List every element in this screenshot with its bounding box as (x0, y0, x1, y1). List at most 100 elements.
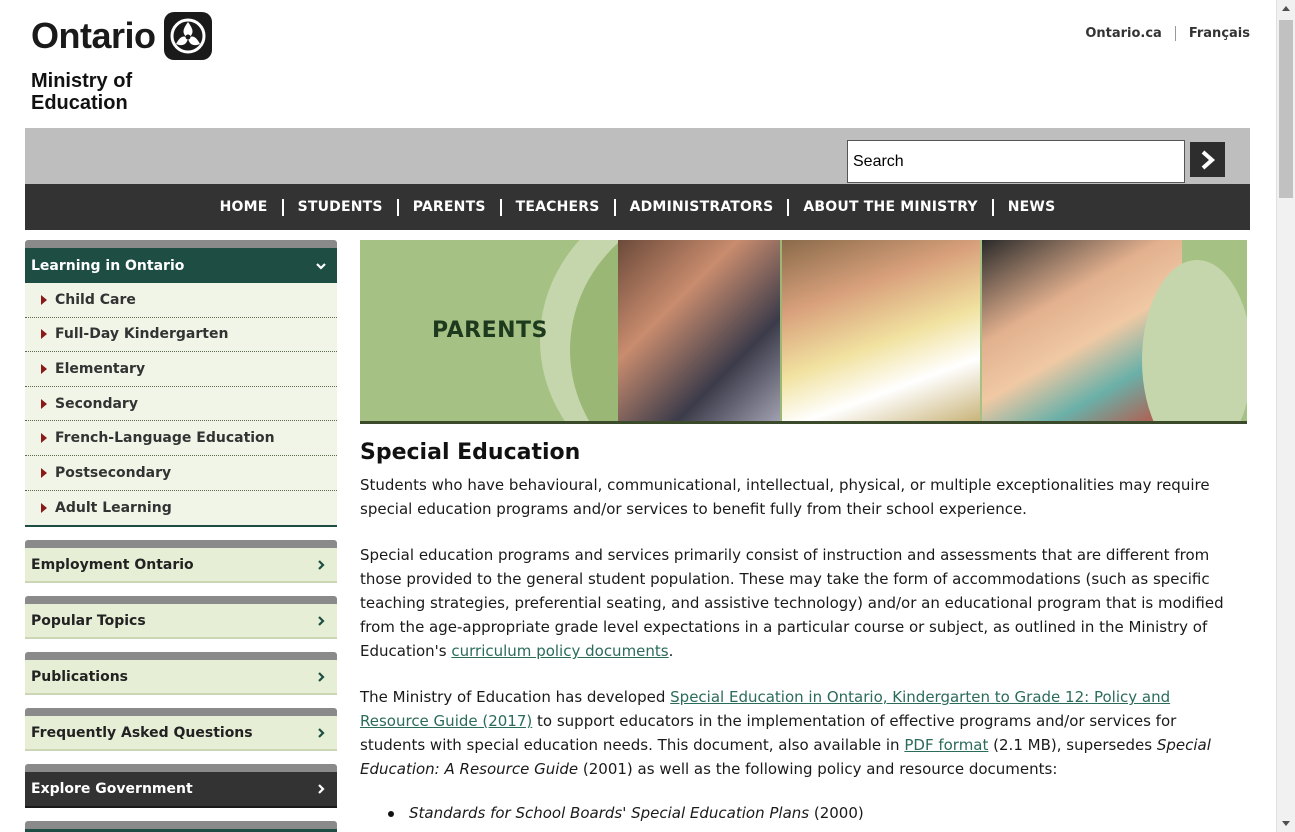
nav-news[interactable]: NEWS (991, 198, 1070, 216)
guide-paragraph: The Ministry of Education has developed … (360, 685, 1240, 781)
ministry-line-1: Ministry of (31, 70, 133, 92)
banner-photo-mother-son (782, 240, 980, 421)
sidebar-section-faq: Frequently Asked Questions (25, 708, 337, 752)
sidebar-item-label: Secondary (55, 395, 138, 412)
paragraph-text: (2001) as well as the following policy a… (578, 760, 1058, 778)
trillium-icon (163, 12, 212, 60)
nav-students[interactable]: STUDENTS (281, 198, 397, 216)
nav-about-ministry[interactable]: ABOUT THE MINISTRY (787, 198, 991, 216)
search-input[interactable] (847, 140, 1185, 183)
banner-photo-father-child (618, 240, 780, 421)
top-links: Ontario.ca Français (1072, 26, 1250, 41)
arrow-right-icon (41, 329, 47, 340)
arrow-right-icon (41, 398, 47, 409)
page-title: Special Education (360, 440, 581, 465)
sidebar-section-publications: Publications (25, 652, 337, 696)
section-cap (25, 540, 337, 549)
banner-label: PARENTS (432, 318, 548, 343)
sidebar-head-label: Explore Government (31, 781, 193, 798)
paragraph-text: (2.1 MB), supersedes (988, 736, 1157, 754)
chevron-down-icon (311, 256, 331, 276)
arrow-right-icon (41, 294, 47, 305)
ministry-line-2: Education (31, 92, 128, 114)
chevron-right-icon (311, 667, 331, 687)
ministry-name: Ministry of Education (31, 70, 132, 114)
sidebar-head-faq[interactable]: Frequently Asked Questions (25, 716, 337, 752)
curriculum-link[interactable]: curriculum policy documents (451, 642, 668, 660)
main-nav: HOME STUDENTS PARENTS TEACHERS ADMINISTR… (25, 184, 1250, 230)
chevron-right-icon (311, 555, 331, 575)
chevron-right-icon (1201, 150, 1215, 169)
superseded-list: Standards for School Boards' Special Edu… (360, 801, 1240, 825)
sidebar-head-label: Employment Ontario (31, 556, 194, 573)
arrow-right-icon (41, 363, 47, 374)
chevron-right-icon (311, 611, 331, 631)
sidebar-item-french[interactable]: French-Language Education (25, 421, 337, 456)
list-item-title: Standards for School Boards' Special Edu… (409, 804, 810, 822)
sidebar: Learning in Ontario Child Care Full-Day … (25, 240, 337, 832)
paragraph-text: . (668, 642, 674, 660)
sidebar-item-kindergarten[interactable]: Full-Day Kindergarten (25, 318, 337, 353)
section-cap (25, 764, 337, 773)
sidebar-section-learning: Learning in Ontario Child Care Full-Day … (25, 240, 337, 528)
sidebar-head-popular[interactable]: Popular Topics (25, 604, 337, 640)
programs-paragraph: Special education programs and services … (360, 543, 1240, 663)
sidebar-item-label: French-Language Education (55, 430, 275, 447)
sidebar-item-adult-learning[interactable]: Adult Learning (25, 491, 337, 526)
sidebar-item-label: Child Care (55, 291, 136, 308)
sidebar-head-employment[interactable]: Employment Ontario (25, 548, 337, 584)
sidebar-head-label: Publications (31, 668, 129, 685)
arrow-right-icon (41, 502, 47, 513)
sidebar-head-publications[interactable]: Publications (25, 660, 337, 696)
arrow-right-icon (41, 433, 47, 444)
paragraph-text: The Ministry of Education has developed (360, 688, 671, 706)
scroll-down-icon[interactable] (1282, 821, 1290, 826)
list-item: Standards for School Boards' Special Edu… (388, 801, 1240, 825)
sidebar-item-secondary[interactable]: Secondary (25, 387, 337, 422)
section-cap (25, 708, 337, 717)
section-cap (25, 821, 337, 830)
sidebar-item-label: Full-Day Kindergarten (55, 326, 229, 343)
sidebar-item-label: Adult Learning (55, 499, 172, 516)
site-header: Ontario Ministry of Education Ontario.ca… (25, 0, 1250, 128)
sidebar-item-elementary[interactable]: Elementary (25, 352, 337, 387)
list-item-year: (2000) (809, 804, 864, 822)
sidebar-section-employment: Employment Ontario (25, 540, 337, 584)
search-bar (25, 128, 1250, 184)
section-cap (25, 596, 337, 605)
search-button[interactable] (1190, 142, 1225, 177)
nav-teachers[interactable]: TEACHERS (499, 198, 614, 216)
sidebar-item-postsecondary[interactable]: Postsecondary (25, 456, 337, 491)
parents-banner: PARENTS (360, 240, 1247, 424)
chevron-right-icon (311, 779, 331, 799)
chevron-right-icon (311, 723, 331, 743)
arrow-right-icon (41, 467, 47, 478)
sidebar-section-popular: Popular Topics (25, 596, 337, 640)
intro-paragraph: Students who have behavioural, communica… (360, 476, 1210, 518)
section-cap (25, 240, 337, 248)
scroll-up-icon[interactable] (1282, 6, 1290, 11)
sidebar-item-child-care[interactable]: Child Care (25, 283, 337, 318)
section-cap (25, 652, 337, 661)
ontario-logo[interactable]: Ontario (31, 12, 212, 60)
sidebar-head-label: Popular Topics (31, 612, 146, 629)
sidebar-head-label: Frequently Asked Questions (31, 724, 253, 741)
sidebar-item-label: Postsecondary (55, 464, 172, 481)
ontario-ca-link[interactable]: Ontario.ca (1072, 26, 1175, 41)
sidebar-section-next (25, 821, 337, 832)
nav-home[interactable]: HOME (206, 199, 282, 216)
sidebar-head-explore-government[interactable]: Explore Government (25, 772, 337, 809)
pdf-format-link[interactable]: PDF format (904, 736, 988, 754)
sidebar-items: Child Care Full-Day Kindergarten Element… (25, 283, 337, 528)
banner-decoration (1142, 240, 1247, 421)
logo-text: Ontario (31, 15, 156, 56)
scroll-thumb[interactable] (1279, 20, 1293, 198)
sidebar-item-label: Elementary (55, 360, 146, 377)
nav-administrators[interactable]: ADMINISTRATORS (613, 198, 788, 216)
francais-link[interactable]: Français (1174, 26, 1250, 41)
sidebar-head-label: Learning in Ontario (31, 257, 185, 274)
vertical-scrollbar[interactable] (1276, 0, 1295, 832)
sidebar-head-learning[interactable]: Learning in Ontario (25, 248, 337, 283)
nav-parents[interactable]: PARENTS (396, 198, 500, 216)
sidebar-section-explore: Explore Government (25, 764, 337, 809)
